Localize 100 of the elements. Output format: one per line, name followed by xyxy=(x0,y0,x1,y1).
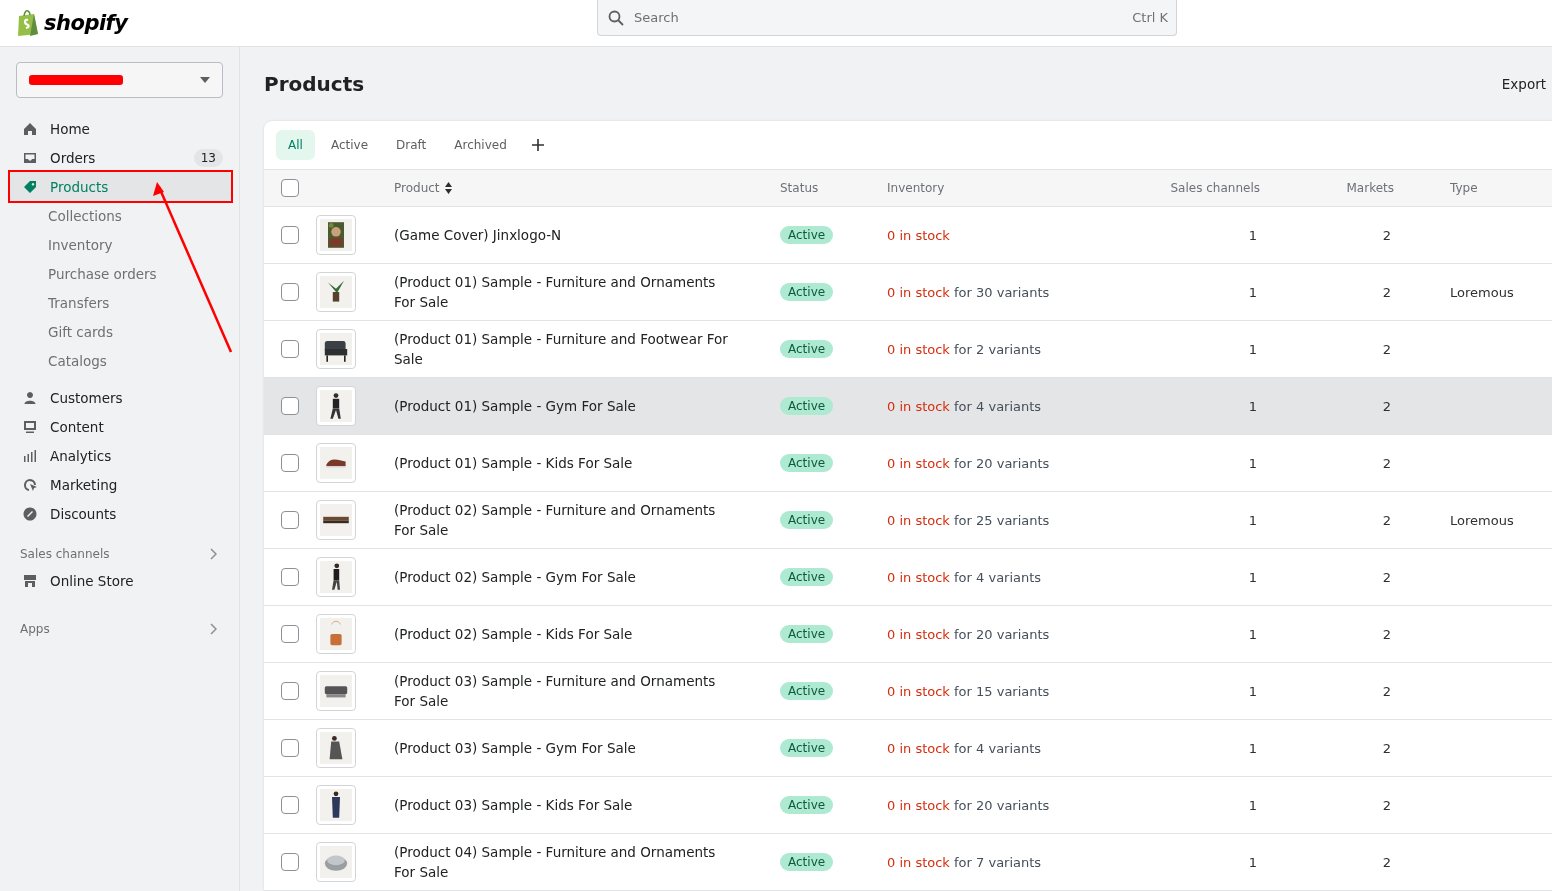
product-row[interactable]: (Product 04) Sample - Furniture and Ornaments For Sale Active 0 in stock for 7 variants 1 2 xyxy=(264,834,1552,891)
column-header: Markets xyxy=(1345,181,1394,195)
nav-item[interactable]: Products xyxy=(8,172,231,201)
product-name[interactable]: (Product 01) Sample - Kids For Sale xyxy=(394,453,780,473)
column-header: Sales channels xyxy=(1169,181,1260,195)
row-checkbox[interactable] xyxy=(281,796,299,814)
nav-item[interactable]: Catalogs xyxy=(48,346,107,375)
markets-cell-text: 2 xyxy=(1381,284,1392,300)
product-row[interactable]: (Product 03) Sample - Furniture and Ornaments For Sale Active 0 in stock for 15 variants 1 2 xyxy=(264,663,1552,720)
row-checkbox[interactable] xyxy=(281,682,299,700)
row-checkbox[interactable] xyxy=(281,511,299,529)
percent-icon xyxy=(22,505,38,522)
export-button[interactable]: Export xyxy=(1501,76,1546,92)
product-row[interactable]: (Product 02) Sample - Furniture and Ornaments For Sale Active 0 in stock for 25 variants 1 2 Loremous xyxy=(264,492,1552,549)
markets-cell-text: 2 xyxy=(1381,341,1392,357)
page-title: Products xyxy=(264,72,365,96)
target-icon xyxy=(22,476,38,493)
store-icon xyxy=(22,572,38,589)
product-name[interactable]: (Product 02) Sample - Kids For Sale xyxy=(394,624,780,644)
column-header: Inventory xyxy=(887,181,946,195)
status-badge: Active xyxy=(780,340,834,358)
sales-channels-cell-text: 1 xyxy=(1247,797,1258,813)
row-checkbox[interactable] xyxy=(281,283,299,301)
person-icon xyxy=(22,389,38,406)
product-row[interactable]: (Product 01) Sample - Furniture and Ornaments For Sale Active 0 in stock for 30 variants 1 2 Loremous xyxy=(264,264,1552,321)
nav-item[interactable]: Purchase orders xyxy=(48,259,157,288)
product-name[interactable]: (Product 04) Sample - Furniture and Ornaments For Sale xyxy=(394,842,780,882)
sales-channels-cell-text: 1 xyxy=(1247,626,1258,642)
product-row[interactable]: (Product 01) Sample - Furniture and Footwear For Sale Active 0 in stock for 2 variants 1 2 xyxy=(264,321,1552,378)
product-name[interactable]: (Product 03) Sample - Furniture and Ornaments For Sale xyxy=(394,671,780,711)
status-badge: Active xyxy=(780,511,834,529)
product-name[interactable]: (Product 01) Sample - Furniture and Ornaments For Sale xyxy=(394,272,780,312)
product-name[interactable]: (Product 02) Sample - Gym For Sale xyxy=(394,567,780,587)
markets-cell-text: 2 xyxy=(1381,854,1392,870)
nav-item[interactable]: Online Store xyxy=(8,566,231,595)
row-checkbox[interactable] xyxy=(281,568,299,586)
status-badge: Active xyxy=(780,454,834,472)
status-badge: Active xyxy=(780,796,834,814)
inventory-cell-text: 0 in stock xyxy=(887,227,951,243)
status-badge: Active xyxy=(780,397,834,415)
markets-cell-text: 2 xyxy=(1381,797,1392,813)
inventory-cell-text: 0 in stock for 30 variants xyxy=(887,284,1051,300)
sort-icon xyxy=(444,182,452,194)
nav-item[interactable]: Customers xyxy=(8,383,231,412)
row-checkbox[interactable] xyxy=(281,397,299,415)
filter-tab[interactable]: Draft xyxy=(384,130,439,160)
markets-cell-text: 2 xyxy=(1381,683,1392,699)
status-badge: Active xyxy=(780,568,834,586)
row-checkbox[interactable] xyxy=(281,454,299,472)
bar-chart-icon xyxy=(22,447,38,464)
product-name[interactable]: (Product 03) Sample - Gym For Sale xyxy=(394,738,780,758)
nav-item[interactable]: Transfers xyxy=(48,288,110,317)
sales-channels-cell-text: 1 xyxy=(1247,341,1258,357)
product-name[interactable]: (Product 01) Sample - Gym For Sale xyxy=(394,396,780,416)
product-name[interactable]: (Game Cover) Jinxlogo-N xyxy=(394,225,780,245)
column-header: Status xyxy=(780,181,820,195)
nav-item[interactable]: Discounts xyxy=(8,499,231,528)
row-checkbox[interactable] xyxy=(281,739,299,757)
nav-item[interactable]: Gift cards xyxy=(48,317,113,346)
filter-tab[interactable]: All xyxy=(276,130,315,160)
row-checkbox[interactable] xyxy=(281,853,299,871)
count-badge: 13 xyxy=(193,148,223,167)
nav-item[interactable]: Marketing xyxy=(8,470,231,499)
section-title: Sales channels xyxy=(20,547,110,561)
row-checkbox[interactable] xyxy=(281,625,299,643)
column-header[interactable]: Product xyxy=(394,181,440,195)
filter-tab[interactable]: Active xyxy=(318,130,380,160)
nav-item[interactable]: Inventory xyxy=(48,230,113,259)
row-checkbox[interactable] xyxy=(281,340,299,358)
sales-channels-cell-text: 1 xyxy=(1247,398,1258,414)
product-row[interactable]: (Product 01) Sample - Kids For Sale Active 0 in stock for 20 variants 1 2 xyxy=(264,435,1552,492)
product-row[interactable]: (Product 02) Sample - Gym For Sale Active 0 in stock for 4 variants 1 2 xyxy=(264,549,1552,606)
nav-item[interactable]: Analytics xyxy=(8,441,231,470)
nav-item[interactable]: Collections xyxy=(48,201,122,230)
product-row[interactable]: (Product 01) Sample - Gym For Sale Active 0 in stock for 4 variants 1 2 xyxy=(264,378,1552,435)
filter-tab[interactable]: Archived xyxy=(442,130,519,160)
product-row[interactable]: (Product 03) Sample - Gym For Sale Active 0 in stock for 4 variants 1 2 xyxy=(264,720,1552,777)
sales-channels-cell-text: 1 xyxy=(1247,740,1258,756)
product-name[interactable]: (Product 02) Sample - Furniture and Ornaments For Sale xyxy=(394,500,780,540)
markets-cell-text: 2 xyxy=(1381,569,1392,585)
inventory-cell-text: 0 in stock for 20 variants xyxy=(887,626,1051,642)
markets-cell-text: 2 xyxy=(1381,227,1392,243)
plus-icon xyxy=(530,138,545,152)
product-row[interactable]: (Product 02) Sample - Kids For Sale Active 0 in stock for 20 variants 1 2 xyxy=(264,606,1552,663)
markets-cell-text: 2 xyxy=(1381,398,1392,414)
markets-cell-text: 2 xyxy=(1381,512,1392,528)
nav-item[interactable]: Home xyxy=(8,114,231,143)
shopping-bag-icon xyxy=(16,9,40,37)
product-row[interactable]: (Game Cover) Jinxlogo-N Active 0 in stock 1 2 xyxy=(264,207,1552,264)
store-selector[interactable] xyxy=(16,62,223,98)
product-name[interactable]: (Product 03) Sample - Kids For Sale xyxy=(394,795,780,815)
inventory-cell-text: 0 in stock for 4 variants xyxy=(887,740,1043,756)
nav-item[interactable]: Orders 13 xyxy=(8,143,231,172)
product-row[interactable]: (Product 03) Sample - Kids For Sale Active 0 in stock for 20 variants 1 2 xyxy=(264,777,1552,834)
select-all-checkbox[interactable] xyxy=(281,179,299,197)
column-header: Type xyxy=(1449,181,1479,195)
nav-item[interactable]: Content xyxy=(8,412,231,441)
inventory-cell-text: 0 in stock for 2 variants xyxy=(887,341,1043,357)
product-name[interactable]: (Product 01) Sample - Furniture and Footwear For Sale xyxy=(394,329,780,369)
row-checkbox[interactable] xyxy=(281,226,299,244)
